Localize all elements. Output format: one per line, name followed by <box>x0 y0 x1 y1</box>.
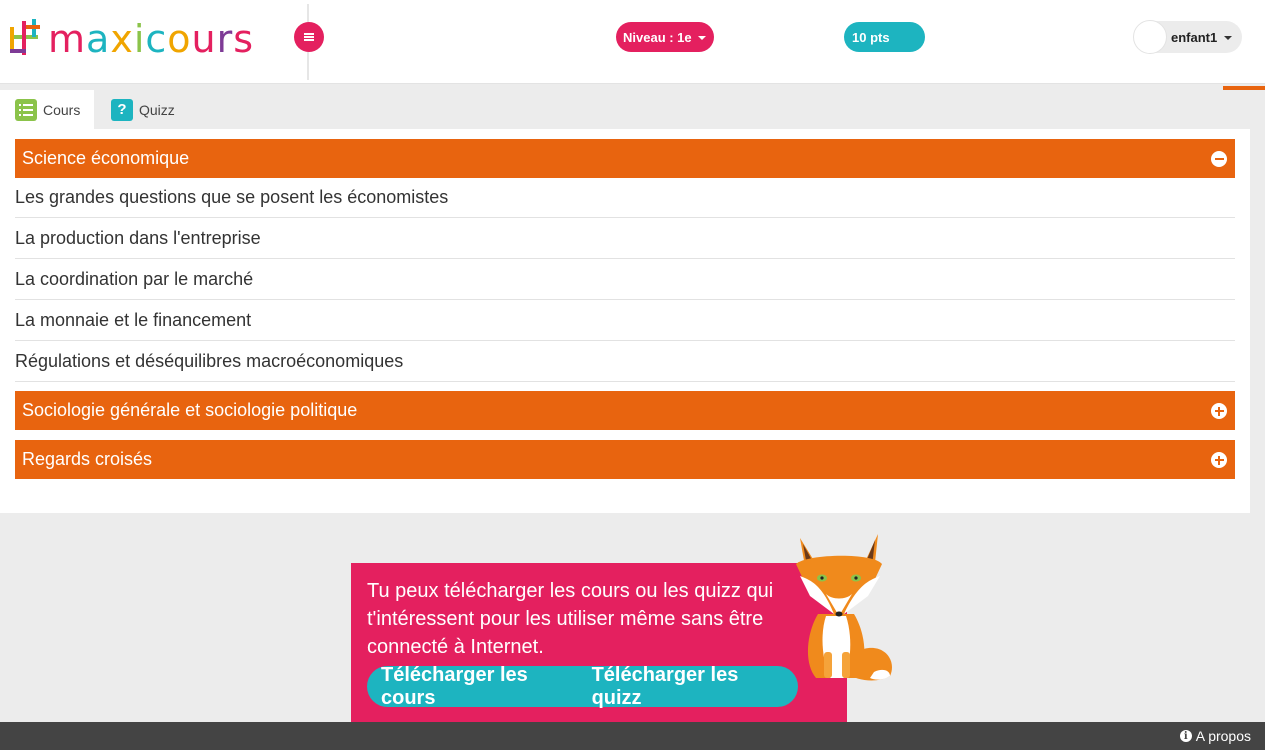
section-sociologie[interactable]: Sociologie générale et sociologie politi… <box>15 391 1235 430</box>
minus-circle-icon[interactable] <box>1211 151 1227 167</box>
section-regards-croises[interactable]: Regards croisés <box>15 440 1235 479</box>
fox-mascot-icon <box>796 534 892 681</box>
tab-label: Cours <box>43 101 81 118</box>
course-item[interactable]: La coordination par le marché <box>15 259 1235 300</box>
footer: i A propos <box>0 722 1265 750</box>
download-quizzes-button[interactable]: Télécharger les quizz <box>592 664 778 710</box>
question-icon: ? <box>111 98 133 121</box>
points-badge: 10 pts <box>844 22 925 52</box>
level-selector[interactable]: Niveau : 1e <box>616 22 714 52</box>
course-title: Régulations et déséquilibres macroéconom… <box>15 350 404 371</box>
plus-circle-icon[interactable] <box>1211 403 1227 419</box>
maxicours-logo[interactable]: maxicours <box>6 18 254 60</box>
hamburger-icon <box>304 33 314 41</box>
tab-quizz[interactable]: ? Quizz <box>94 90 194 129</box>
top-header: maxicours Niveau : 1e 10 pts enfant1 <box>0 0 1265 84</box>
about-label: A propos <box>1195 728 1251 744</box>
course-item[interactable]: La production dans l'entreprise <box>15 218 1235 259</box>
caret-down-icon <box>697 36 706 40</box>
tab-label: Quizz <box>139 101 175 118</box>
avatar <box>1133 20 1167 54</box>
download-promo: Tu peux télécharger les cours ou les qui… <box>351 563 847 722</box>
plus-circle-icon[interactable] <box>1211 452 1227 468</box>
logo-text: maxicours <box>48 17 255 61</box>
username: enfant1 <box>1171 29 1218 45</box>
user-menu[interactable]: enfant1 <box>1133 20 1242 54</box>
course-title: La production dans l'entreprise <box>15 227 261 248</box>
accent-bar <box>1223 86 1265 90</box>
menu-button[interactable] <box>294 22 324 52</box>
about-link[interactable]: i A propos <box>1179 728 1251 744</box>
course-title: La coordination par le marché <box>15 268 254 289</box>
section-science-economique[interactable]: Science économique <box>15 139 1235 178</box>
course-panel: Science économique Les grandes questions… <box>0 129 1250 513</box>
section-title: Regards croisés <box>22 449 153 469</box>
promo-text: Tu peux télécharger les cours ou les qui… <box>367 580 774 658</box>
section-title: Science économique <box>22 148 190 168</box>
caret-down-icon <box>1224 36 1233 40</box>
tab-cours[interactable]: Cours <box>0 90 94 129</box>
course-item[interactable]: La monnaie et le financement <box>15 300 1235 341</box>
points-label: 10 pts <box>852 29 890 45</box>
section-title: Sociologie générale et sociologie politi… <box>22 400 358 420</box>
list-icon <box>15 98 37 121</box>
course-title: Les grandes questions que se posent les … <box>15 186 449 207</box>
course-item[interactable]: Régulations et déséquilibres macroéconom… <box>15 341 1235 382</box>
course-item[interactable]: Les grandes questions que se posent les … <box>15 177 1235 218</box>
course-title: La monnaie et le financement <box>15 309 252 330</box>
logo-mark-icon <box>6 19 46 59</box>
level-label: Niveau : 1e <box>623 29 692 45</box>
download-courses-button[interactable]: Télécharger les cours <box>381 664 572 710</box>
download-buttons: Télécharger les cours Télécharger les qu… <box>367 664 798 710</box>
info-icon: i <box>1179 730 1192 742</box>
